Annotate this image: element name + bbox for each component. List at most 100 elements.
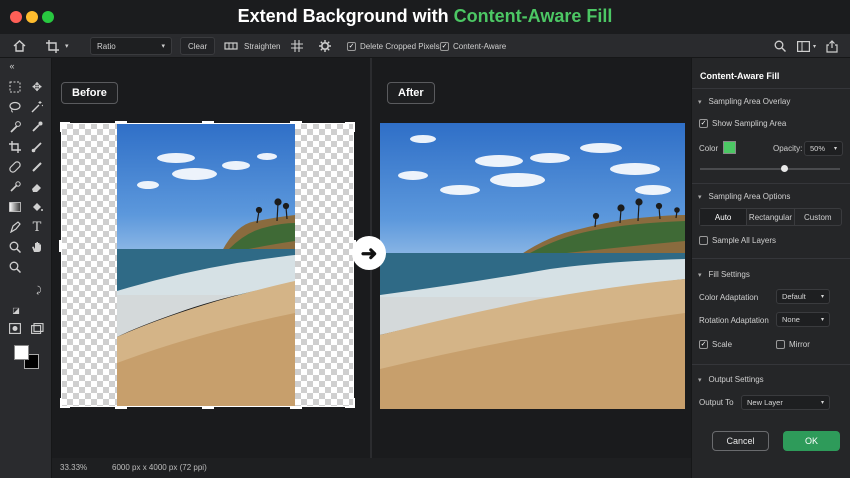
ok-button[interactable]: OK xyxy=(783,431,840,451)
crop-handle-left[interactable] xyxy=(59,240,62,252)
chevron-down-icon: ▾ xyxy=(698,193,702,201)
chevron-down-icon: ▾ xyxy=(161,43,165,50)
crop-bounding-box[interactable] xyxy=(61,123,354,407)
crop-tool-icon[interactable] xyxy=(7,139,23,155)
move-tool-icon[interactable]: ✥ xyxy=(29,79,45,95)
output-settings-section-header[interactable]: ▾ Output Settings xyxy=(698,375,764,384)
sampling-overlay-section-header[interactable]: ▾ Sampling Area Overlay xyxy=(698,97,790,106)
clear-button[interactable]: Clear xyxy=(180,37,216,55)
screen-mode-icon[interactable] xyxy=(29,320,45,336)
mirror-checkbox[interactable]: Mirror xyxy=(776,340,810,349)
crop-handle-bottom-right-v[interactable] xyxy=(353,398,355,408)
magic-wand-icon[interactable] xyxy=(29,99,45,115)
foreground-color-swatch[interactable] xyxy=(14,345,29,360)
straighten-button[interactable]: Straighten xyxy=(244,37,280,55)
panels-chevron-icon[interactable]: ▾ xyxy=(813,37,816,55)
before-label-text: Before xyxy=(72,87,107,99)
ratio-select[interactable]: Ratio ▾ xyxy=(90,37,172,55)
swap-colors-icon[interactable]: ⤸ xyxy=(31,282,47,298)
level-icon[interactable] xyxy=(224,37,238,55)
sampling-mode-auto[interactable]: Auto xyxy=(700,209,748,225)
crop-handle-bottom-right-mid[interactable] xyxy=(290,406,302,409)
sample-all-layers-checkbox[interactable]: Sample All Layers xyxy=(699,236,776,245)
opacity-slider-knob[interactable] xyxy=(780,165,788,172)
overlay-color-swatch[interactable] xyxy=(723,141,736,154)
color-adaptation-label: Color Adaptation xyxy=(699,293,759,302)
crop-handle-top-right-v[interactable] xyxy=(353,122,355,132)
straighten-label: Straighten xyxy=(244,41,281,51)
grid-overlay-icon[interactable] xyxy=(291,37,303,55)
chevron-down-icon: ▾ xyxy=(820,317,824,323)
rotation-adaptation-label: Rotation Adaptation xyxy=(699,316,769,325)
chevron-down-icon: ▾ xyxy=(698,376,702,384)
lasso-tool-icon[interactable] xyxy=(7,99,23,115)
chevron-down-icon: ▾ xyxy=(698,271,702,279)
output-to-label: Output To xyxy=(699,398,734,407)
crop-handle-top[interactable] xyxy=(115,121,127,124)
content-aware-checkbox[interactable]: ✓ Content-Aware xyxy=(440,37,506,55)
output-to-value: New Layer xyxy=(747,398,783,407)
ratio-select-value: Ratio xyxy=(97,41,116,51)
crop-handle-bottom[interactable] xyxy=(115,406,127,409)
zoom-out-tool-icon[interactable] xyxy=(7,259,23,275)
quick-selection-icon[interactable] xyxy=(7,119,23,135)
settings-icon[interactable] xyxy=(319,37,331,55)
show-sampling-area-label: Show Sampling Area xyxy=(712,119,787,128)
panels-icon[interactable] xyxy=(797,37,810,55)
eraser-icon[interactable] xyxy=(29,179,45,195)
opacity-select[interactable]: 50% ▾ xyxy=(804,141,843,156)
pencil-tool-icon[interactable] xyxy=(29,159,45,175)
sampling-options-section-header[interactable]: ▾ Sampling Area Options xyxy=(698,192,790,201)
opacity-slider-track[interactable] xyxy=(700,168,840,170)
app-window: Extend Background with Content-Aware Fil… xyxy=(0,0,850,478)
delete-cropped-pixels-checkbox[interactable]: ✓ Delete Cropped Pixels xyxy=(347,37,440,55)
rotation-adaptation-value: None xyxy=(782,315,800,324)
rotation-adaptation-select[interactable]: None ▾ xyxy=(776,312,830,327)
title-prefix: Extend Background with xyxy=(237,6,449,26)
crop-handle-top-mid[interactable] xyxy=(202,121,214,124)
brush-tool-icon[interactable] xyxy=(29,139,45,155)
marquee-tool-icon[interactable] xyxy=(7,79,23,95)
output-to-select[interactable]: New Layer ▾ xyxy=(741,395,830,410)
crop-handle-top-left-v[interactable] xyxy=(60,122,62,132)
chevron-down-icon: ▾ xyxy=(833,146,837,152)
gradient-tool-icon[interactable] xyxy=(7,199,23,215)
color-adaptation-select[interactable]: Default ▾ xyxy=(776,289,830,304)
search-icon[interactable] xyxy=(774,37,786,55)
crop-icon[interactable] xyxy=(46,37,59,55)
default-colors-icon[interactable]: ◪ xyxy=(8,302,24,318)
pen-tool-icon[interactable] xyxy=(7,219,23,235)
sampling-overlay-heading: Sampling Area Overlay xyxy=(708,97,791,106)
sampling-mode-custom[interactable]: Custom xyxy=(795,209,841,225)
checkmark-icon: ✓ xyxy=(440,41,449,51)
crop-handle-top-right-mid[interactable] xyxy=(290,121,302,124)
checkmark-icon: ✓ xyxy=(699,340,708,349)
cancel-button[interactable]: Cancel xyxy=(712,431,769,451)
home-icon[interactable] xyxy=(13,37,26,55)
healing-brush-icon[interactable] xyxy=(7,159,23,175)
type-tool-icon[interactable]: T xyxy=(29,219,45,235)
color-label: Color xyxy=(699,144,719,153)
scale-checkbox[interactable]: ✓ Scale xyxy=(699,340,732,349)
content-aware-fill-panel: Content-Aware Fill ▾ Sampling Area Overl… xyxy=(691,58,850,478)
show-sampling-area-checkbox[interactable]: ✓ Show Sampling Area xyxy=(699,119,786,128)
paint-bucket-icon[interactable] xyxy=(29,199,45,215)
clone-stamp-icon[interactable] xyxy=(7,179,23,195)
tools-panel: « ✥ T ⤸ ◪ xyxy=(0,58,52,478)
collapse-toolbar-icon[interactable]: « xyxy=(4,58,20,74)
share-icon[interactable] xyxy=(826,37,838,55)
eyedropper-icon[interactable] xyxy=(29,119,45,135)
fill-settings-section-header[interactable]: ▾ Fill Settings xyxy=(698,270,750,279)
crop-preset-chevron-icon[interactable]: ▾ xyxy=(65,37,69,55)
crop-handle-bottom-left-v[interactable] xyxy=(60,398,62,408)
sampling-mode-rectangular[interactable]: Rectangular xyxy=(747,209,795,225)
hand-tool-icon[interactable] xyxy=(29,239,45,255)
after-label: After xyxy=(387,82,435,104)
title-bar: Extend Background with Content-Aware Fil… xyxy=(0,0,850,34)
quick-mask-icon[interactable] xyxy=(7,320,23,336)
zoom-tool-icon[interactable] xyxy=(7,239,23,255)
crop-handle-bottom-mid[interactable] xyxy=(202,406,214,409)
sample-all-layers-label: Sample All Layers xyxy=(712,236,777,245)
zoom-level[interactable]: 33.33% xyxy=(60,463,87,472)
chevron-down-icon: ▾ xyxy=(820,294,824,300)
